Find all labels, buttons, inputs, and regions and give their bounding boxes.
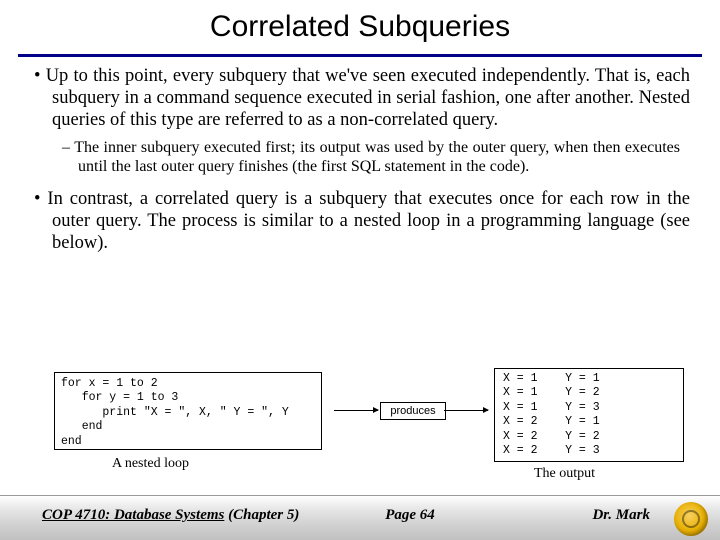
produces-label: produces: [380, 402, 446, 420]
arrow-right-icon: [444, 410, 488, 411]
slide: Correlated Subqueries Up to this point, …: [0, 0, 720, 540]
arrow-left-icon: [334, 410, 378, 411]
title-rule: [18, 54, 702, 57]
content-area: Up to this point, every subquery that we…: [34, 66, 690, 263]
bullet-1: Up to this point, every subquery that we…: [34, 66, 690, 131]
code-box: for x = 1 to 2 for y = 1 to 3 print "X =…: [54, 372, 322, 450]
caption-output: The output: [534, 466, 595, 482]
footer-author: Dr. Mark: [592, 507, 650, 524]
page-title: Correlated Subqueries: [0, 10, 720, 44]
footer: COP 4710: Database Systems (Chapter 5) P…: [0, 495, 720, 540]
sub-bullet-1: The inner subquery executed first; its o…: [62, 139, 680, 177]
diagram: for x = 1 to 2 for y = 1 to 3 print "X =…: [54, 372, 690, 487]
output-box: X = 1 Y = 1 X = 1 Y = 2 X = 1 Y = 3 X = …: [494, 368, 684, 462]
caption-nested-loop: A nested loop: [112, 456, 189, 472]
bullet-2: In contrast, a correlated query is a sub…: [34, 189, 690, 254]
ucf-logo-icon: [674, 502, 708, 536]
